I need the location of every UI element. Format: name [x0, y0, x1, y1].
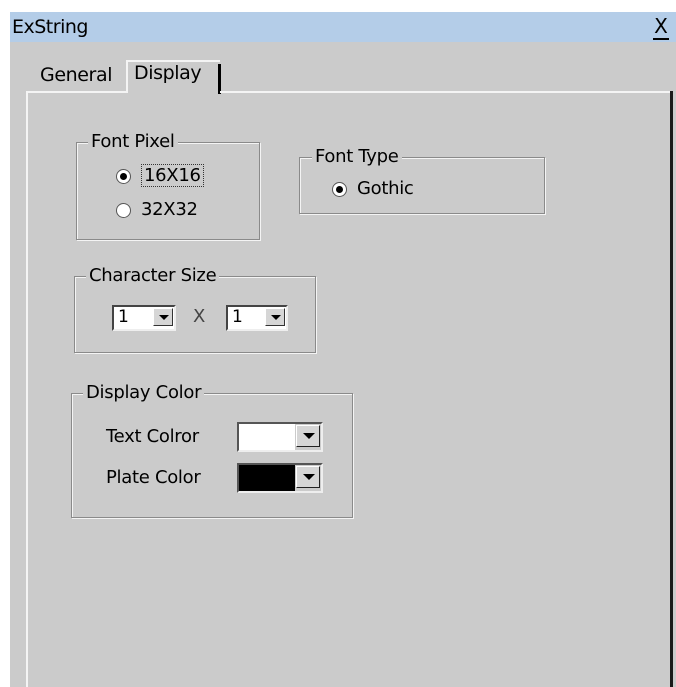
panel-right-edge — [670, 91, 673, 687]
font-pixel-legend: Font Pixel — [88, 131, 178, 152]
display-color-group — [71, 393, 353, 518]
tab-display-left-edge — [126, 61, 128, 93]
plate-color-swatch — [239, 465, 295, 491]
panel-top-edge-left — [26, 91, 126, 93]
tab-display[interactable]: Display — [134, 62, 207, 84]
radio-gothic[interactable] — [332, 181, 347, 197]
font-type-gothic-option[interactable]: Gothic — [332, 178, 414, 199]
exstring-dialog: ExString X General Display Font Pixel 16… — [10, 12, 676, 687]
panel-left-edge — [26, 92, 28, 687]
close-button[interactable]: X — [650, 14, 672, 40]
title-bar: ExString X — [10, 12, 676, 42]
text-color-label: Text Colror — [106, 426, 199, 447]
radio-32x32[interactable] — [116, 202, 131, 218]
font-pixel-32x32-label: 32X32 — [141, 199, 198, 220]
plate-color-label: Plate Color — [106, 467, 201, 488]
tab-display-right-edge — [218, 64, 221, 94]
font-type-legend: Font Type — [312, 146, 402, 167]
text-color-picker[interactable] — [237, 422, 323, 452]
character-height-select[interactable]: 1 — [226, 305, 288, 331]
close-icon: X — [653, 14, 669, 40]
character-width-select[interactable]: 1 — [112, 305, 176, 331]
character-height-value: 1 — [232, 307, 243, 327]
font-type-gothic-label: Gothic — [357, 178, 414, 199]
radio-16x16[interactable] — [116, 168, 131, 184]
font-pixel-16x16-option[interactable]: 16X16 — [116, 164, 204, 187]
character-size-legend: Character Size — [86, 265, 220, 286]
chevron-down-icon[interactable] — [296, 466, 320, 488]
chevron-down-icon[interactable] — [265, 308, 285, 326]
window-title: ExString — [12, 16, 88, 38]
display-color-legend: Display Color — [83, 382, 205, 403]
plate-color-picker[interactable] — [237, 463, 323, 493]
panel-top-edge-right — [220, 91, 670, 93]
text-color-swatch — [239, 424, 295, 450]
chevron-down-icon[interactable] — [153, 308, 173, 326]
font-pixel-group — [76, 142, 260, 240]
size-separator: X — [193, 306, 206, 327]
font-pixel-32x32-option[interactable]: 32X32 — [116, 199, 198, 220]
chevron-down-icon[interactable] — [296, 425, 320, 447]
tab-general[interactable]: General — [40, 64, 112, 86]
character-width-value: 1 — [118, 307, 129, 327]
font-pixel-16x16-label: 16X16 — [141, 164, 204, 187]
